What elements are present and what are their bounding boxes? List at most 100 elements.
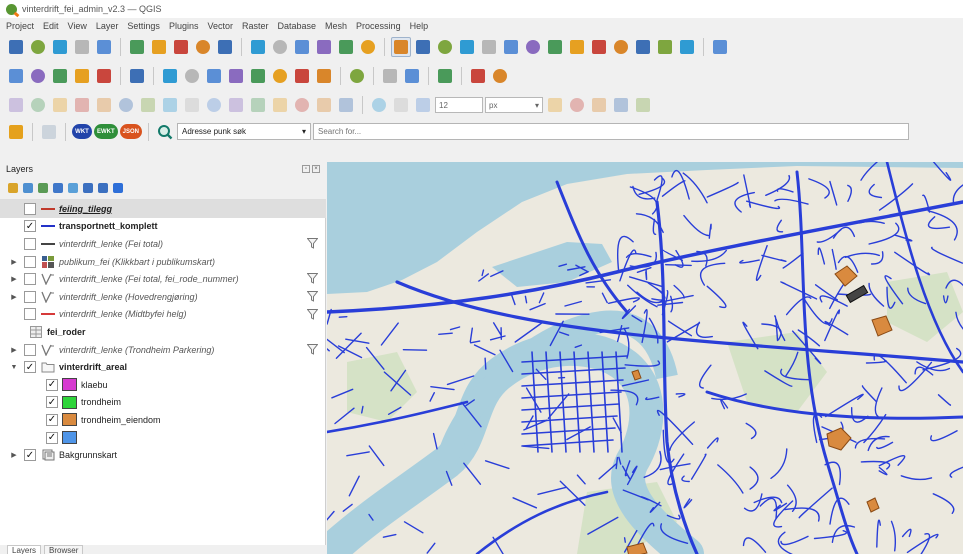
expand-all-icon[interactable] bbox=[83, 182, 93, 193]
menu-vector[interactable]: Vector bbox=[207, 21, 233, 31]
filter-icon[interactable] bbox=[306, 308, 319, 320]
digitize-shape-icon[interactable] bbox=[6, 95, 26, 115]
change-label-icon[interactable] bbox=[314, 66, 334, 86]
menu-layer[interactable]: Layer bbox=[96, 21, 119, 31]
layer-visibility-checkbox[interactable]: ✓ bbox=[24, 361, 36, 374]
expand-arrow-icon[interactable]: ▶ bbox=[10, 275, 18, 283]
menu-plugins[interactable]: Plugins bbox=[169, 21, 199, 31]
zoom-next-icon[interactable] bbox=[589, 37, 609, 57]
filter-icon[interactable] bbox=[306, 273, 319, 285]
wkt-button[interactable]: WKT bbox=[72, 124, 92, 139]
zoom-out-icon[interactable] bbox=[457, 37, 477, 57]
layer-visibility-checkbox[interactable]: ✓ bbox=[24, 220, 36, 233]
layer-visibility-checkbox[interactable] bbox=[24, 290, 36, 303]
close-x-icon[interactable] bbox=[589, 95, 609, 115]
json-button[interactable]: JSON bbox=[119, 124, 143, 139]
label-style-icon[interactable] bbox=[182, 66, 202, 86]
vertex-editor-icon[interactable] bbox=[28, 95, 48, 115]
pan-to-selection-icon[interactable] bbox=[413, 37, 433, 57]
add-wms-icon[interactable] bbox=[94, 66, 114, 86]
snapping-icon[interactable] bbox=[369, 95, 389, 115]
select-vertex-icon[interactable] bbox=[567, 95, 587, 115]
layer-row[interactable]: ▶ publikum_fei (Klikkbart i publikumskart… bbox=[0, 253, 326, 271]
tab-layers[interactable]: Layers bbox=[7, 545, 42, 554]
pin-labels-icon[interactable] bbox=[204, 66, 224, 86]
filter-expression-icon[interactable] bbox=[68, 182, 78, 193]
zoom-last-icon[interactable] bbox=[567, 37, 587, 57]
add-delimited-icon[interactable] bbox=[50, 66, 70, 86]
float-panel-icon[interactable]: ▫ bbox=[302, 165, 310, 173]
menu-processing[interactable]: Processing bbox=[356, 21, 401, 31]
add-feature-icon[interactable] bbox=[193, 37, 213, 57]
trim-extend-icon[interactable] bbox=[336, 95, 356, 115]
manage-themes-icon[interactable] bbox=[38, 182, 48, 193]
layer-visibility-checkbox[interactable] bbox=[24, 255, 36, 268]
layer-row[interactable]: feiing_tilegg bbox=[0, 200, 326, 218]
identify-icon[interactable] bbox=[710, 37, 730, 57]
layer-visibility-checkbox[interactable]: ✓ bbox=[46, 396, 58, 409]
select-tool-icon[interactable] bbox=[39, 122, 59, 142]
layer-row[interactable]: ✓ trondheim_eiendom bbox=[0, 411, 326, 429]
delete-part-icon[interactable] bbox=[270, 95, 290, 115]
highlight-labels-icon[interactable] bbox=[226, 66, 246, 86]
close-panel-icon[interactable]: × bbox=[312, 165, 320, 173]
zoom-selection-icon[interactable] bbox=[501, 37, 521, 57]
open-styling-icon[interactable] bbox=[8, 182, 18, 193]
save-project-icon[interactable] bbox=[50, 37, 70, 57]
open-project-icon[interactable] bbox=[28, 37, 48, 57]
plugin-a-icon[interactable] bbox=[468, 66, 488, 86]
show-hide-labels-icon[interactable] bbox=[248, 66, 268, 86]
add-ring-icon[interactable] bbox=[182, 95, 202, 115]
layer-row[interactable]: ▶ vinterdrift_lenke (Hovedrengjøring) bbox=[0, 288, 326, 306]
collapse-all-icon[interactable] bbox=[98, 182, 108, 193]
delete-ring-icon[interactable] bbox=[248, 95, 268, 115]
menu-edit[interactable]: Edit bbox=[43, 21, 59, 31]
layer-visibility-checkbox[interactable] bbox=[24, 237, 36, 250]
layer-row[interactable]: ✓ klaebu bbox=[0, 376, 326, 394]
cut-icon[interactable] bbox=[270, 37, 290, 57]
snapping-options-icon[interactable] bbox=[391, 95, 411, 115]
filter-icon[interactable] bbox=[306, 290, 319, 302]
zoom-full-icon[interactable] bbox=[479, 37, 499, 57]
new-memory-layer-icon[interactable] bbox=[127, 66, 147, 86]
layer-row[interactable]: ✓ bbox=[0, 429, 326, 447]
layer-visibility-checkbox[interactable]: ✓ bbox=[46, 431, 58, 444]
merge-icon[interactable] bbox=[72, 95, 92, 115]
new-project-icon[interactable] bbox=[6, 37, 26, 57]
fill-ring-icon[interactable] bbox=[226, 95, 246, 115]
undo-icon[interactable] bbox=[336, 37, 356, 57]
plugin-b-icon[interactable] bbox=[490, 66, 510, 86]
layer-visibility-checkbox[interactable]: ✓ bbox=[46, 413, 58, 426]
layer-row[interactable]: ▶ vinterdrift_lenke (Trondheim Parkering) bbox=[0, 341, 326, 359]
layer-visibility-checkbox[interactable]: ✓ bbox=[24, 449, 36, 462]
locator-filter-select[interactable]: Adresse punk søk ▾ bbox=[177, 123, 312, 140]
filter-icon[interactable] bbox=[306, 238, 319, 249]
zoom-in-icon[interactable] bbox=[435, 37, 455, 57]
pan-icon[interactable] bbox=[391, 37, 411, 57]
layer-row[interactable]: vinterdrift_lenke (Fei total) bbox=[0, 235, 326, 253]
menu-database[interactable]: Database bbox=[278, 21, 317, 31]
wkt-tool-icon[interactable] bbox=[402, 66, 422, 86]
layer-row[interactable]: ✓ trondheim bbox=[0, 394, 326, 412]
layer-visibility-checkbox[interactable]: ✓ bbox=[46, 378, 58, 391]
expand-arrow-icon[interactable]: ▶ bbox=[10, 258, 18, 266]
menu-view[interactable]: View bbox=[68, 21, 87, 31]
remove-layer-icon[interactable] bbox=[113, 182, 123, 193]
split-icon[interactable] bbox=[50, 95, 70, 115]
layer-visibility-checkbox[interactable] bbox=[24, 273, 36, 286]
expand-arrow-icon[interactable]: ▶ bbox=[10, 346, 18, 354]
plugin-manager-icon[interactable] bbox=[6, 122, 26, 142]
simplify-icon[interactable] bbox=[160, 95, 180, 115]
tracing-icon[interactable] bbox=[413, 95, 433, 115]
tab-browser[interactable]: Browser bbox=[44, 545, 84, 554]
new-bookmark-icon[interactable] bbox=[611, 37, 631, 57]
disabled-x-icon[interactable] bbox=[611, 95, 631, 115]
pencil-icon[interactable] bbox=[149, 37, 169, 57]
add-raster-layer-icon[interactable] bbox=[28, 66, 48, 86]
menu-project[interactable]: Project bbox=[6, 21, 34, 31]
layer-row[interactable]: fei_roder bbox=[0, 323, 326, 341]
collapse-arrow-icon[interactable]: ▼ bbox=[10, 364, 18, 371]
help-icon[interactable] bbox=[435, 66, 455, 86]
menu-help[interactable]: Help bbox=[410, 21, 429, 31]
zoom-native-icon[interactable] bbox=[545, 37, 565, 57]
